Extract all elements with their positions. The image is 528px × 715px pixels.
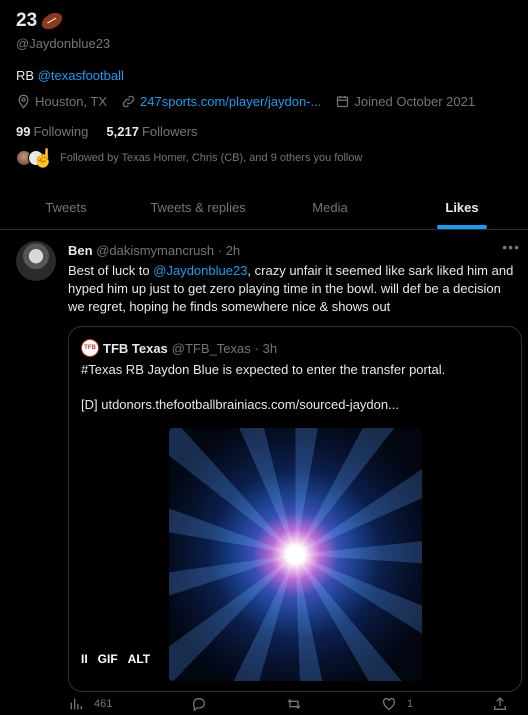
like-button[interactable]: 1 [381,696,413,712]
analytics-icon [70,698,82,710]
website-link[interactable]: 247sports.com/player/jaydon-... [140,94,321,109]
hand-cursor-icon: ☝ [32,148,55,168]
share-icon [493,697,506,710]
alt-badge[interactable]: ALT [128,652,150,666]
link-icon [122,95,135,108]
location: Houston, TX [16,94,107,109]
football-emoji-icon [39,9,66,33]
follower-avatars: ☝ [16,148,54,168]
location-pin-icon [18,94,29,109]
more-options-icon[interactable]: ••• [502,239,520,255]
reply-icon [193,697,206,712]
tweet-handle[interactable]: @dakismymancrush [96,243,214,258]
following-link[interactable]: 99 Following [16,124,88,139]
quote-handle: @TFB_Texas [171,340,251,356]
profile-handle: @Jaydonblue23 [16,36,111,51]
calendar-icon [337,95,349,108]
tweet-mention-link[interactable]: @Jaydonblue23 [153,263,247,278]
tweet-text: Best of luck to @Jaydonblue23, crazy unf… [68,263,514,314]
retweet-button[interactable] [286,696,302,712]
heart-icon [382,697,396,711]
tweet-actions: 461 1 [68,692,508,715]
gif-badge: GIF [97,652,118,666]
bio-mention-link[interactable]: @texasfootball [38,68,124,83]
tab-tweets-replies[interactable]: Tweets & replies [132,186,264,229]
share-button[interactable] [492,696,508,712]
avatar[interactable] [16,241,56,281]
views-button[interactable]: 461 [68,696,112,712]
reply-button[interactable] [191,696,207,712]
tweet[interactable]: Ben @dakismymancrush · 2h ••• Best of lu… [0,231,528,715]
pause-icon[interactable]: II [81,652,88,666]
tab-likes[interactable]: Likes [396,186,528,229]
tab-media[interactable]: Media [264,186,396,229]
quote-link: [D] utdonors.thefootballbrainiacs.com/so… [81,397,399,412]
retweet-icon [287,699,301,709]
follow-stats: 99 Following 5,217 Followers [16,124,198,139]
quote-time: · 3h [254,340,278,356]
quoted-tweet[interactable]: TFB TFB Texas @TFB_Texas · 3h #Texas RB … [68,326,522,692]
quote-header: TFB TFB Texas @TFB_Texas · 3h [81,339,277,357]
tfb-logo-icon: TFB [81,339,99,357]
tab-tweets[interactable]: Tweets [0,186,132,229]
followers-link[interactable]: 5,217 Followers [106,124,197,139]
tweet-time[interactable]: · 2h [218,243,240,258]
quote-author: TFB Texas [103,340,168,356]
joined-date: Joined October 2021 [335,94,475,109]
profile-tabs: Tweets Tweets & replies Media Likes [0,186,528,230]
gif-controls: II GIF ALT [81,652,150,666]
gif-media[interactable] [169,428,422,681]
followed-by[interactable]: ☝ Followed by Texas Homer, Chris (CB), a… [16,148,362,168]
tweet-header: Ben @dakismymancrush · 2h [68,243,240,258]
swirl-image [169,428,422,681]
quote-text: #Texas RB Jaydon Blue is expected to ent… [81,362,446,377]
tweet-author[interactable]: Ben [68,243,93,258]
profile-meta: Houston, TX 247sports.com/player/jaydon-… [16,94,489,109]
profile-name: 23 [16,9,66,33]
website: 247sports.com/player/jaydon-... [121,94,321,109]
profile-bio: RB @texasfootball [16,68,124,83]
